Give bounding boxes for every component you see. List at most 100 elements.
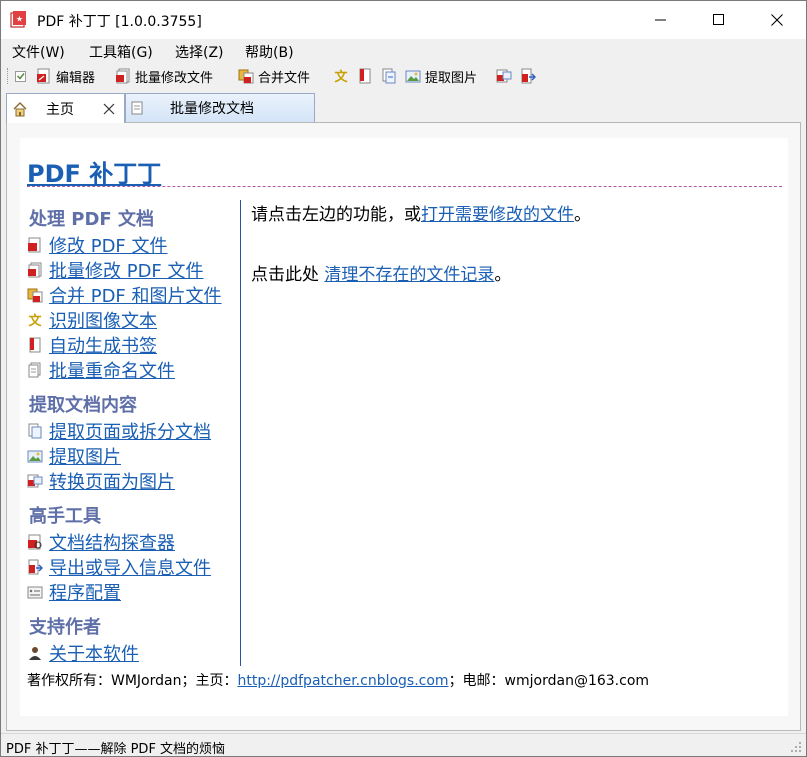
menu-bar: 文件(W) 工具箱(G) 选择(Z) 帮助(B) <box>1 39 806 63</box>
intro-prefix: 请点击左边的功能，或 <box>251 205 421 225</box>
homepage-link[interactable]: http://pdfpatcher.cnblogs.com <box>237 673 448 689</box>
toolbar-extract-images-button[interactable]: 提取图片 <box>405 66 477 86</box>
toolbar: 编辑器 批量修改文件 合并文件 文 提取图片 <box>1 63 806 89</box>
link-merge-pdf[interactable]: 合并 PDF 和图片文件 <box>27 282 222 308</box>
link-structure-inspector[interactable]: 文档结构探查器 <box>27 529 175 555</box>
link-structure-inspector-label[interactable]: 文档结构探查器 <box>49 529 175 555</box>
home-page: PDF 补丁丁 处理 PDF 文档 修改 PDF 文件 批量修改 PDF 文件 … <box>20 138 788 716</box>
toolbar-editor-label: 编辑器 <box>56 70 96 86</box>
toolbar-extract-images-label: 提取图片 <box>425 70 478 86</box>
pdf-edit-icon <box>37 68 50 84</box>
link-auto-bookmark-label[interactable]: 自动生成书签 <box>49 332 157 358</box>
link-convert-to-image[interactable]: 转换页面为图片 <box>27 468 175 494</box>
export-info-icon <box>521 68 536 84</box>
cleanup-prefix: 点击此处 <box>251 265 325 285</box>
link-modify-pdf-label[interactable]: 修改 PDF 文件 <box>49 232 168 258</box>
menu-help[interactable]: 帮助(B) <box>245 42 294 62</box>
toolbar-checkbox-button[interactable] <box>14 66 30 86</box>
convert-to-image-icon <box>496 69 512 83</box>
svg-text:文: 文 <box>334 69 348 84</box>
link-extract-images[interactable]: 提取图片 <box>27 443 121 469</box>
link-ocr-label[interactable]: 识别图像文本 <box>49 307 157 333</box>
toolbar-export-info-button[interactable] <box>520 66 536 86</box>
extract-pages-icon <box>28 423 42 439</box>
toolbar-batch-modify-button[interactable]: 批量修改文件 <box>115 66 213 86</box>
resize-grip-icon[interactable] <box>790 741 802 753</box>
home-icon <box>13 101 27 116</box>
menu-toolbox[interactable]: 工具箱(G) <box>89 42 153 62</box>
toolbar-bookmark-button[interactable] <box>357 66 373 86</box>
toolbar-editor-button[interactable]: 编辑器 <box>36 66 95 86</box>
link-auto-bookmark[interactable]: 自动生成书签 <box>27 332 157 358</box>
tab-close-icon[interactable] <box>103 103 115 115</box>
link-about[interactable]: 关于本软件 <box>27 640 139 666</box>
menu-select[interactable]: 选择(Z) <box>175 42 224 62</box>
convert-to-image-icon <box>27 474 43 488</box>
close-icon <box>771 14 783 26</box>
window-title: PDF 补丁丁 [1.0.0.3755] <box>37 14 202 30</box>
extract-pages-icon <box>382 68 396 84</box>
link-extract-pages-label[interactable]: 提取页面或拆分文档 <box>49 418 211 444</box>
cleanup-suffix: 。 <box>494 265 512 285</box>
intro-line: 请点击左边的功能，或打开需要修改的文件。 <box>251 200 591 225</box>
link-batch-rename-label[interactable]: 批量重命名文件 <box>49 357 175 383</box>
title-bar: ★ PDF 补丁丁 [1.0.0.3755] <box>1 1 806 39</box>
cleanup-records-link[interactable]: 清理不存在的文件记录 <box>324 265 494 285</box>
app-window: ★ PDF 补丁丁 [1.0.0.3755] 文件(W) 工具箱(G) 选择(Z… <box>0 0 807 757</box>
link-export-import-info-label[interactable]: 导出或导入信息文件 <box>49 554 211 580</box>
cleanup-line: 点击此处 清理不存在的文件记录。 <box>251 260 511 285</box>
extract-images-icon <box>405 70 421 83</box>
page-title: PDF 补丁丁 <box>27 160 162 188</box>
ocr-text-icon: 文 <box>28 313 42 328</box>
pdf-batch-icon <box>28 262 42 278</box>
status-text: PDF 补丁丁——解除 PDF 文档的烦恼 <box>6 742 226 757</box>
toolbar-merge-label: 合并文件 <box>258 70 311 86</box>
link-extract-images-label[interactable]: 提取图片 <box>49 443 121 469</box>
link-merge-pdf-label[interactable]: 合并 PDF 和图片文件 <box>49 282 222 308</box>
link-batch-modify-pdf[interactable]: 批量修改 PDF 文件 <box>27 257 204 283</box>
tab-strip: 主页 批量修改文档 <box>1 89 806 123</box>
tab-batch-modify[interactable]: 批量修改文档 <box>125 93 315 122</box>
link-ocr[interactable]: 文 识别图像文本 <box>27 307 157 333</box>
app-logo-icon: ★ <box>10 11 26 28</box>
open-file-link[interactable]: 打开需要修改的文件 <box>421 205 574 225</box>
tab-batch-label: 批量修改文档 <box>170 101 254 117</box>
toolbar-extract-pages-button[interactable] <box>381 66 397 86</box>
link-batch-modify-pdf-label[interactable]: 批量修改 PDF 文件 <box>49 257 204 283</box>
merge-icon <box>27 288 43 303</box>
link-modify-pdf[interactable]: 修改 PDF 文件 <box>27 232 168 258</box>
link-about-label[interactable]: 关于本软件 <box>49 640 139 666</box>
toolbar-ocr-button[interactable]: 文 <box>333 66 349 86</box>
link-convert-to-image-label[interactable]: 转换页面为图片 <box>49 468 175 494</box>
toolbar-merge-button[interactable]: 合并文件 <box>238 66 310 86</box>
maximize-icon <box>713 14 724 25</box>
extract-images-icon <box>27 450 43 463</box>
person-icon <box>29 647 41 660</box>
minimize-button[interactable] <box>632 1 690 39</box>
tab-home-label: 主页 <box>46 101 74 118</box>
pdf-edit-icon <box>28 237 41 253</box>
email-text: ；电邮：wmjordan@163.com <box>448 673 650 689</box>
toolbar-convert-image-button[interactable] <box>496 66 512 86</box>
svg-text:文: 文 <box>28 313 42 328</box>
toolbar-batch-modify-label: 批量修改文件 <box>135 70 214 86</box>
close-button[interactable] <box>748 1 806 39</box>
menu-file[interactable]: 文件(W) <box>12 42 65 62</box>
link-settings-label[interactable]: 程序配置 <box>49 579 121 605</box>
intro-suffix: 。 <box>574 205 591 225</box>
toolbar-grip[interactable] <box>7 68 10 84</box>
copyright-text: 著作权所有：WMJordan；主页： <box>27 673 238 689</box>
link-settings[interactable]: 程序配置 <box>27 579 121 605</box>
ocr-text-icon: 文 <box>334 69 348 84</box>
link-extract-pages[interactable]: 提取页面或拆分文档 <box>27 418 211 444</box>
maximize-button[interactable] <box>690 1 748 39</box>
link-batch-rename[interactable]: 批量重命名文件 <box>27 357 175 383</box>
section-heading-process: 处理 PDF 文档 <box>29 209 154 230</box>
link-export-import-info[interactable]: 导出或导入信息文件 <box>27 554 211 580</box>
tab-home[interactable]: 主页 <box>6 93 125 123</box>
bookmark-icon <box>359 68 371 84</box>
section-heading-support: 支持作者 <box>29 617 101 638</box>
svg-text:★: ★ <box>16 15 23 24</box>
settings-icon <box>27 586 43 599</box>
inspector-icon <box>28 534 42 550</box>
